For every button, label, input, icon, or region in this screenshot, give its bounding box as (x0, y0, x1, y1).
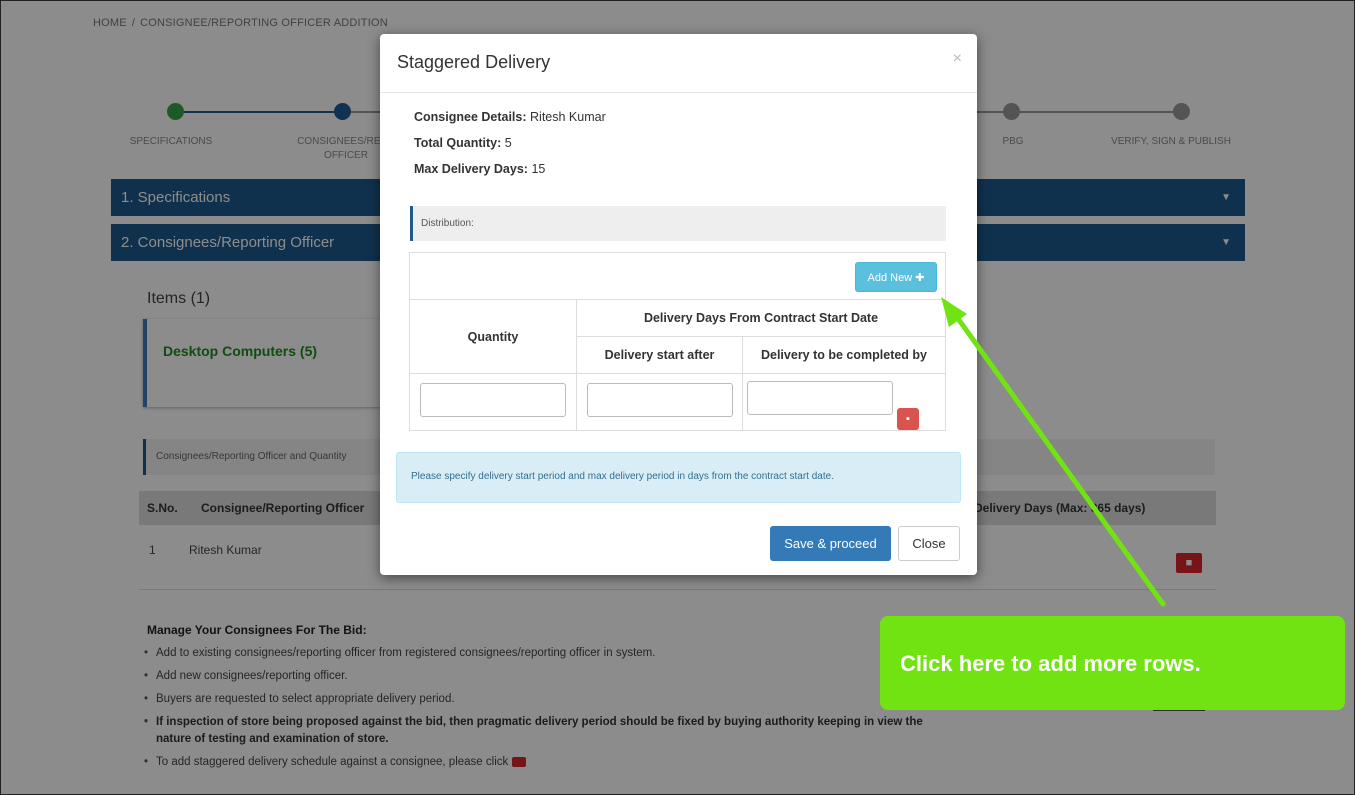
arrow-shaft (951, 310, 1166, 607)
screenshot-frame: HOME / CONSIGNEE/REPORTING OFFICER ADDITIO… (0, 0, 1355, 795)
callout-box: Click here to add more rows. (880, 616, 1345, 710)
